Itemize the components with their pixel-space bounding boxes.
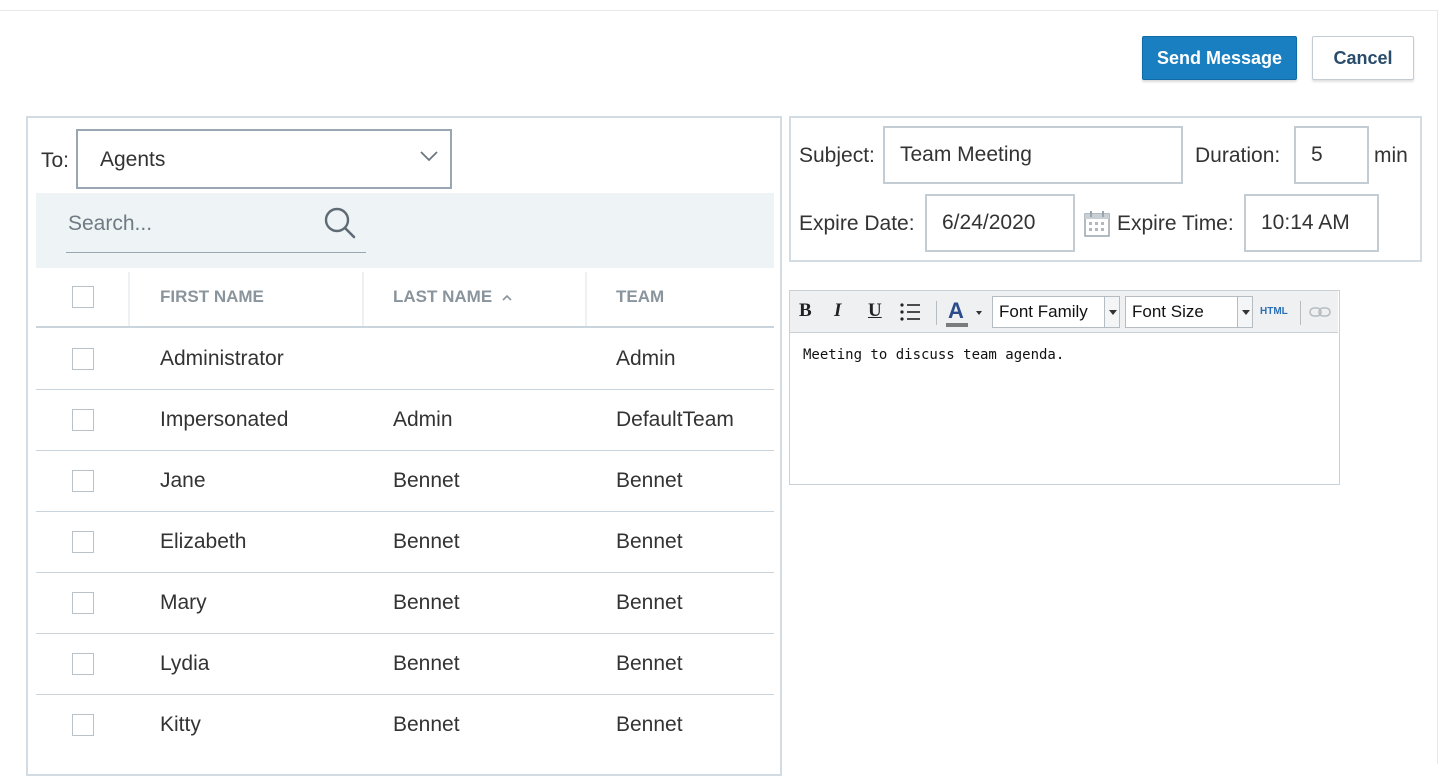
cell-last-name: Bennet xyxy=(393,530,460,553)
row-checkbox[interactable] xyxy=(72,714,94,736)
row-checkbox[interactable] xyxy=(72,409,94,431)
cell-team: DefaultTeam xyxy=(616,408,734,431)
message-details-panel: Subject: Team Meeting Duration: 5 min Ex… xyxy=(789,116,1422,262)
column-header-team[interactable]: TEAM xyxy=(616,268,664,326)
row-checkbox[interactable] xyxy=(72,348,94,370)
underline-button[interactable]: U xyxy=(868,300,882,324)
editor-content[interactable]: Meeting to discuss team agenda. xyxy=(803,347,1064,363)
search-icon[interactable] xyxy=(322,205,358,241)
send-message-button[interactable]: Send Message xyxy=(1142,36,1297,80)
cell-team: Bennet xyxy=(616,469,683,492)
column-header-last-name-label: LAST NAME xyxy=(393,287,493,306)
subject-label: Subject: xyxy=(799,144,875,167)
table-row[interactable]: Mary Bennet Bennet xyxy=(36,573,774,634)
cell-first-name: Elizabeth xyxy=(160,530,247,553)
row-checkbox[interactable] xyxy=(72,470,94,492)
bulleted-list-icon[interactable] xyxy=(899,302,921,322)
sort-ascending-icon xyxy=(502,294,512,301)
table-row[interactable]: Elizabeth Bennet Bennet xyxy=(36,512,774,573)
cell-team: Bennet xyxy=(616,713,683,736)
search-bar xyxy=(36,193,774,268)
subject-field[interactable]: Team Meeting xyxy=(883,126,1183,184)
select-all-checkbox[interactable] xyxy=(72,286,94,308)
expire-date-field[interactable]: 6/24/2020 xyxy=(925,194,1075,252)
cell-first-name: Administrator xyxy=(160,347,284,370)
cell-last-name: Admin xyxy=(393,408,453,431)
table-row[interactable]: Kitty Bennet Bennet xyxy=(36,695,774,756)
expire-date-label: Expire Date: xyxy=(799,212,915,235)
bold-button[interactable]: B xyxy=(799,300,812,324)
font-color-button[interactable]: A xyxy=(944,296,982,328)
cell-team: Admin xyxy=(616,347,676,370)
link-icon[interactable] xyxy=(1309,306,1331,318)
caret-down-icon xyxy=(976,311,982,315)
cell-first-name: Mary xyxy=(160,591,207,614)
cell-last-name: Bennet xyxy=(393,469,460,492)
html-view-button[interactable]: HTML xyxy=(1260,306,1288,317)
table-row[interactable]: Lydia Bennet Bennet xyxy=(36,634,774,695)
cell-team: Bennet xyxy=(616,591,683,614)
table-row[interactable]: Impersonated Admin DefaultTeam xyxy=(36,390,774,451)
expire-time-field[interactable]: 10:14 AM xyxy=(1244,194,1379,252)
cell-last-name: Bennet xyxy=(393,652,460,675)
cell-last-name: Bennet xyxy=(393,591,460,614)
message-editor: B I U A Font Family Font Size HTML Meeti… xyxy=(789,290,1340,485)
to-dropdown[interactable]: Agents xyxy=(76,129,452,189)
to-label: To: xyxy=(41,149,70,172)
cell-first-name: Lydia xyxy=(160,652,210,675)
row-checkbox[interactable] xyxy=(72,531,94,553)
font-color-icon: A xyxy=(948,298,964,323)
row-checkbox[interactable] xyxy=(72,653,94,675)
font-family-value: Font Family xyxy=(999,302,1088,321)
cell-team: Bennet xyxy=(616,530,683,553)
column-divider xyxy=(128,272,130,326)
duration-field[interactable]: 5 xyxy=(1294,126,1369,184)
cell-first-name: Impersonated xyxy=(160,408,289,431)
font-family-select[interactable]: Font Family xyxy=(992,296,1120,328)
recipients-panel: To: Agents FIRST NAME LAST NAME TEAM Adm… xyxy=(26,116,782,776)
row-checkbox[interactable] xyxy=(72,592,94,614)
expire-time-label: Expire Time: xyxy=(1117,212,1234,235)
right-divider xyxy=(1437,10,1438,764)
table-row[interactable]: Administrator Admin xyxy=(36,329,774,390)
calendar-icon[interactable] xyxy=(1083,210,1111,238)
italic-button[interactable]: I xyxy=(834,300,841,324)
duration-label: Duration: xyxy=(1195,144,1281,167)
toolbar-divider xyxy=(936,301,937,325)
search-underline xyxy=(66,252,366,253)
dropdown-arrow-icon xyxy=(1237,297,1252,327)
top-divider xyxy=(0,10,1438,11)
cell-last-name: Bennet xyxy=(393,713,460,736)
column-header-first-name[interactable]: FIRST NAME xyxy=(160,268,264,326)
editor-toolbar: B I U A Font Family Font Size HTML xyxy=(790,291,1338,333)
duration-unit: min xyxy=(1374,144,1408,167)
cell-first-name: Jane xyxy=(160,469,206,492)
to-dropdown-value: Agents xyxy=(100,148,166,171)
table-row[interactable]: Jane Bennet Bennet xyxy=(36,451,774,512)
dropdown-arrow-icon xyxy=(1104,297,1119,327)
font-size-select[interactable]: Font Size xyxy=(1125,296,1253,328)
table-header: FIRST NAME LAST NAME TEAM xyxy=(36,268,774,328)
column-header-last-name[interactable]: LAST NAME xyxy=(393,268,513,326)
cell-first-name: Kitty xyxy=(160,713,201,736)
search-input[interactable] xyxy=(66,203,320,245)
column-divider xyxy=(362,272,364,326)
column-divider xyxy=(585,272,587,326)
font-color-swatch xyxy=(946,323,968,327)
font-size-value: Font Size xyxy=(1132,302,1204,321)
toolbar-divider xyxy=(1300,301,1301,325)
cancel-button[interactable]: Cancel xyxy=(1312,36,1414,80)
cell-team: Bennet xyxy=(616,652,683,675)
chevron-down-icon xyxy=(420,151,438,162)
